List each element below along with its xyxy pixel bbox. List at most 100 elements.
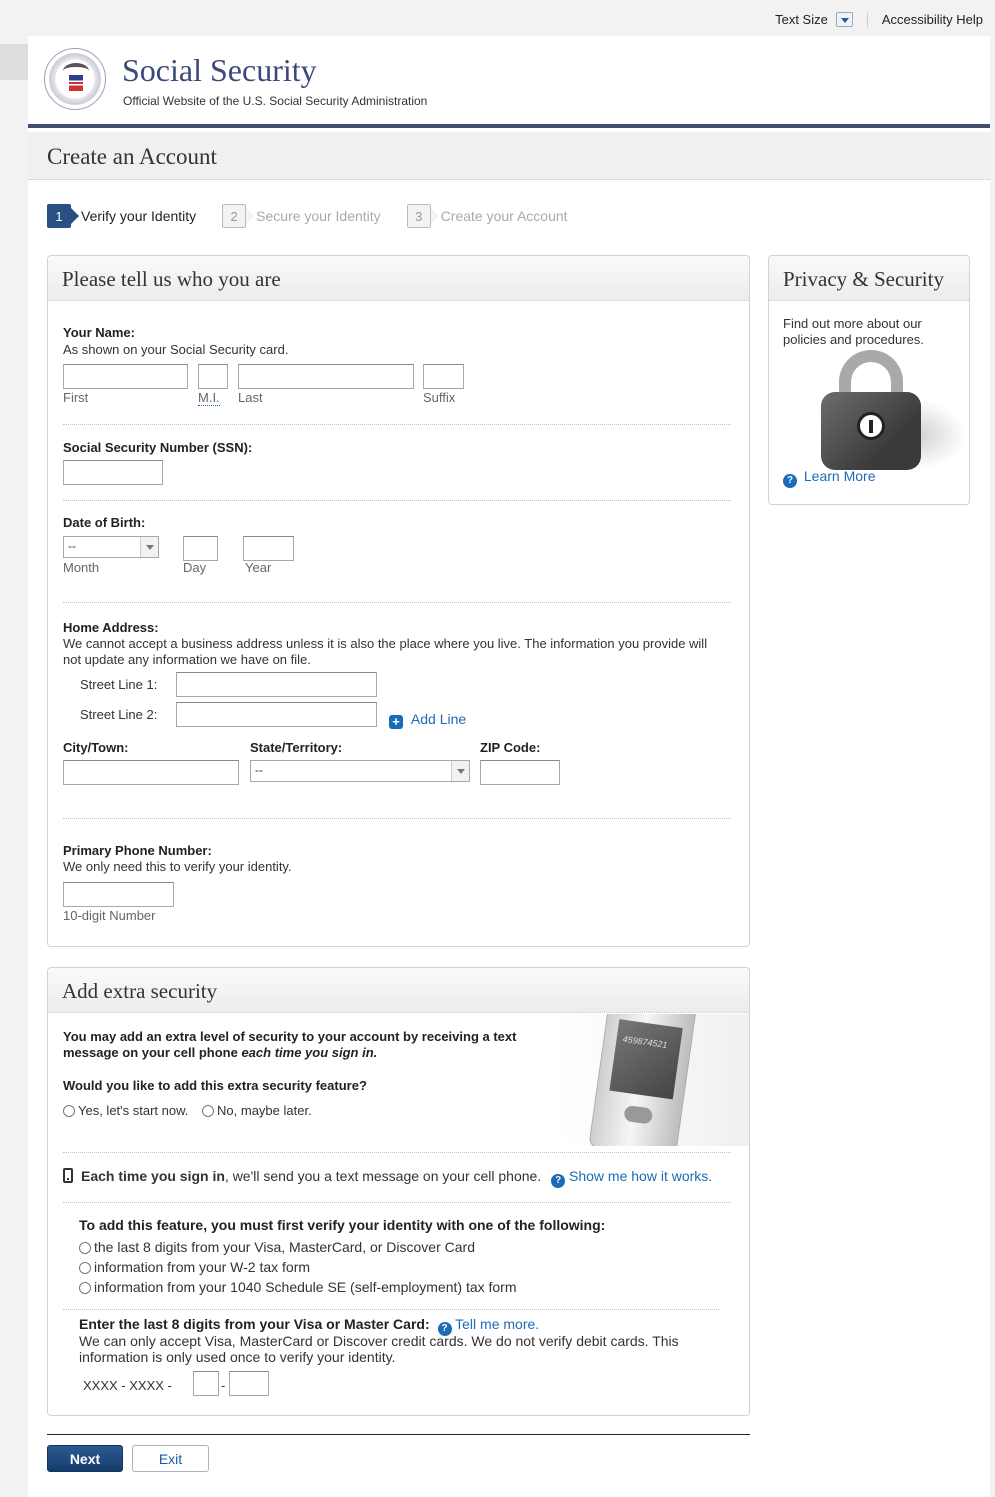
state-select-value: -- bbox=[255, 763, 263, 777]
show-me-link[interactable]: ? Show me how it works. bbox=[551, 1168, 712, 1188]
form-footer-rule bbox=[47, 1434, 750, 1435]
middle-initial-input[interactable] bbox=[198, 364, 228, 389]
verify-option-w2[interactable]: information from your W-2 tax form bbox=[79, 1257, 517, 1277]
name-hint: As shown on your Social Security card. bbox=[63, 342, 289, 357]
phone-input[interactable] bbox=[63, 882, 174, 907]
section-divider bbox=[63, 424, 731, 425]
each-time-bold: Each time you sign in bbox=[81, 1168, 225, 1184]
progress-steps: 1 Verify your Identity 2 Secure your Ide… bbox=[47, 202, 594, 230]
phone-screen: 459874521 bbox=[609, 1019, 683, 1100]
help-icon: ? bbox=[551, 1174, 566, 1188]
card-mask: XXXX - XXXX - bbox=[83, 1378, 172, 1393]
year-caption: Year bbox=[245, 560, 272, 575]
section-divider bbox=[63, 602, 731, 603]
security-panel: Add extra security 459874521 You may add… bbox=[47, 967, 750, 1416]
security-panel-title: Add extra security bbox=[62, 979, 218, 1003]
each-time-rest: , we'll send you a text message on your … bbox=[224, 1168, 542, 1184]
step-number: 1 bbox=[47, 204, 79, 228]
suffix-input[interactable] bbox=[423, 364, 464, 389]
next-button[interactable]: Next bbox=[47, 1445, 123, 1472]
first-name-input[interactable] bbox=[63, 364, 188, 389]
exit-button[interactable]: Exit bbox=[132, 1445, 209, 1472]
security-choices: Yes, let's start now. No, maybe later. bbox=[63, 1103, 312, 1118]
zip-input[interactable] bbox=[480, 760, 560, 785]
city-input[interactable] bbox=[63, 760, 239, 785]
step-label: Verify your Identity bbox=[81, 208, 197, 224]
step-label: Secure your Identity bbox=[256, 208, 381, 224]
chevron-down-icon[interactable] bbox=[835, 12, 853, 27]
section-divider bbox=[63, 500, 731, 501]
cell-phone-icon: 459874521 bbox=[588, 1014, 698, 1146]
phone-label: Primary Phone Number: bbox=[63, 843, 212, 858]
w2-radio[interactable] bbox=[79, 1262, 91, 1274]
address-label: Home Address: bbox=[63, 620, 159, 635]
phone-code: 459874521 bbox=[622, 1033, 669, 1051]
page-title-bar: Create an Account bbox=[28, 132, 990, 180]
street1-input[interactable] bbox=[176, 672, 377, 697]
city-label: City/Town: bbox=[63, 740, 129, 755]
ssa-seal-icon[interactable] bbox=[44, 48, 106, 110]
year-input[interactable] bbox=[243, 536, 294, 561]
site-header: Social Security Official Website of the … bbox=[28, 36, 990, 128]
brand-title[interactable]: Social Security bbox=[122, 52, 317, 89]
no-label: No, maybe later. bbox=[217, 1103, 312, 1118]
day-input[interactable] bbox=[183, 536, 218, 561]
page-title: Create an Account bbox=[47, 144, 217, 169]
tell-me-link[interactable]: ? Tell me more. bbox=[437, 1316, 539, 1336]
cell-phone-illustration: 459874521 bbox=[559, 1014, 749, 1146]
utility-divider bbox=[866, 12, 868, 27]
first-caption: First bbox=[63, 390, 89, 405]
section-divider bbox=[63, 818, 731, 819]
privacy-panel: Privacy & Security Find out more about o… bbox=[768, 255, 970, 505]
state-select[interactable]: -- bbox=[250, 760, 470, 782]
card-radio[interactable] bbox=[79, 1242, 91, 1254]
month-select[interactable]: -- bbox=[63, 536, 159, 558]
help-icon: ? bbox=[783, 474, 797, 488]
card-digits-part1-input[interactable] bbox=[193, 1371, 219, 1396]
no-radio-option[interactable]: No, maybe later. bbox=[202, 1103, 312, 1118]
phone-button bbox=[623, 1104, 654, 1125]
plus-icon: + bbox=[389, 715, 403, 729]
mi-caption[interactable]: M.I. bbox=[198, 390, 220, 406]
month-caption: Month bbox=[63, 560, 100, 575]
ssn-input[interactable] bbox=[63, 460, 163, 485]
chevron-down-icon bbox=[451, 761, 469, 781]
chevron-down-icon bbox=[140, 537, 158, 557]
padlock-icon bbox=[819, 350, 969, 470]
verify-option-card[interactable]: the last 8 digits from your Visa, Master… bbox=[79, 1237, 517, 1257]
street2-input[interactable] bbox=[176, 702, 377, 727]
security-panel-header: Add extra security bbox=[48, 968, 749, 1013]
add-line-link[interactable]: + Add Line bbox=[389, 711, 466, 729]
yes-radio[interactable] bbox=[63, 1105, 75, 1117]
security-intro-b: each time you sign in. bbox=[241, 1045, 378, 1060]
step-verify-identity: 1 Verify your Identity bbox=[47, 204, 196, 228]
learn-more-link[interactable]: ? Learn More bbox=[783, 468, 875, 488]
card-digits-part2-input[interactable] bbox=[229, 1371, 269, 1396]
step-create-account: 3 Create your Account bbox=[406, 204, 568, 228]
text-size-label[interactable]: Text Size bbox=[775, 12, 828, 27]
section-divider bbox=[63, 1309, 719, 1310]
background-shade bbox=[0, 44, 28, 80]
step-secure-identity: 2 Secure your Identity bbox=[222, 204, 381, 228]
no-radio[interactable] bbox=[202, 1105, 215, 1117]
each-time-line: Each time you sign in, we'll send you a … bbox=[63, 1168, 712, 1188]
street1-label: Street Line 1: bbox=[80, 677, 158, 692]
zip-label: ZIP Code: bbox=[480, 740, 541, 755]
card-hint: We can only accept Visa, MasterCard or D… bbox=[79, 1333, 679, 1365]
security-question: Would you like to add this extra securit… bbox=[63, 1078, 367, 1093]
se-radio[interactable] bbox=[79, 1282, 91, 1294]
last-name-input[interactable] bbox=[238, 364, 414, 389]
step-number: 2 bbox=[222, 204, 255, 228]
verify-option-label: the last 8 digits from your Visa, Master… bbox=[94, 1239, 475, 1255]
verify-options: the last 8 digits from your Visa, Master… bbox=[79, 1237, 517, 1297]
brand-subtitle: Official Website of the U.S. Social Secu… bbox=[123, 94, 428, 108]
utility-links: Text Size Accessibility Help bbox=[775, 12, 983, 27]
street2-label: Street Line 2: bbox=[80, 707, 158, 722]
page-container: Social Security Official Website of the … bbox=[28, 36, 990, 1497]
card-label: Enter the last 8 digits from your Visa o… bbox=[79, 1316, 430, 1332]
verify-option-label: information from your 1040 Schedule SE (… bbox=[94, 1279, 517, 1295]
verify-option-1040[interactable]: information from your 1040 Schedule SE (… bbox=[79, 1277, 517, 1297]
yes-radio-option[interactable]: Yes, let's start now. bbox=[63, 1103, 188, 1118]
section-divider bbox=[63, 1202, 731, 1203]
accessibility-help-link[interactable]: Accessibility Help bbox=[882, 12, 983, 27]
